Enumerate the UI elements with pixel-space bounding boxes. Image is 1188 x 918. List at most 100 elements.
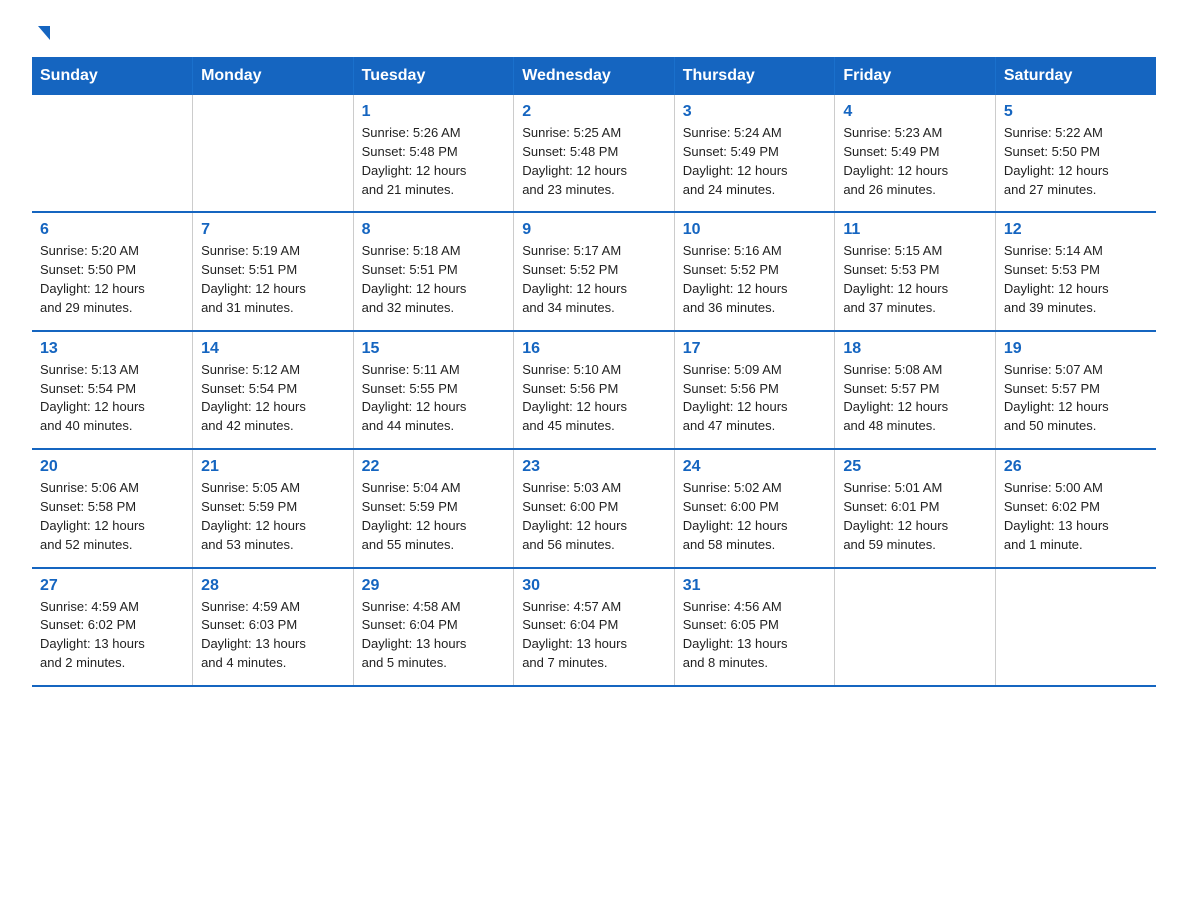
day-info: Sunrise: 5:06 AM Sunset: 5:58 PM Dayligh… <box>40 479 184 554</box>
calendar-cell: 19 Sunrise: 5:07 AM Sunset: 5:57 PM Dayli… <box>995 331 1156 449</box>
day-number: 28 <box>201 577 345 595</box>
calendar-cell: 1Sunrise: 5:26 AM Sunset: 5:48 PM Daylig… <box>353 95 514 212</box>
calendar-cell: 2 Sunrise: 5:25 AM Sunset: 5:48 PM Daylig… <box>514 95 675 212</box>
calendar-cell: 5 Sunrise: 5:22 AM Sunset: 5:50 PM Daylig… <box>995 95 1156 212</box>
calendar-week-row: 20 Sunrise: 5:06 AM Sunset: 5:58 PM Dayli… <box>32 449 1156 567</box>
calendar-cell: 31 Sunrise: 4:56 AM Sunset: 6:05 PM Dayli… <box>674 568 835 686</box>
header-tuesday: Tuesday <box>353 57 514 95</box>
day-number: 9 <box>522 221 666 239</box>
calendar-cell: 23Sunrise: 5:03 AM Sunset: 6:00 PM Dayli… <box>514 449 675 567</box>
day-info: Sunrise: 5:08 AM Sunset: 5:57 PM Dayligh… <box>843 361 987 436</box>
day-number: 19 <box>1004 340 1148 358</box>
calendar-cell: 30Sunrise: 4:57 AM Sunset: 6:04 PM Dayli… <box>514 568 675 686</box>
day-info: Sunrise: 4:58 AM Sunset: 6:04 PM Dayligh… <box>362 598 506 673</box>
day-number: 22 <box>362 458 506 476</box>
day-info: Sunrise: 5:02 AM Sunset: 6:00 PM Dayligh… <box>683 479 827 554</box>
day-info: Sunrise: 5:10 AM Sunset: 5:56 PM Dayligh… <box>522 361 666 436</box>
day-info: Sunrise: 5:03 AM Sunset: 6:00 PM Dayligh… <box>522 479 666 554</box>
day-number: 8 <box>362 221 506 239</box>
day-info: Sunrise: 5:04 AM Sunset: 5:59 PM Dayligh… <box>362 479 506 554</box>
day-info: Sunrise: 5:16 AM Sunset: 5:52 PM Dayligh… <box>683 242 827 317</box>
calendar-cell: 17 Sunrise: 5:09 AM Sunset: 5:56 PM Dayli… <box>674 331 835 449</box>
day-number: 17 <box>683 340 827 358</box>
day-number: 25 <box>843 458 987 476</box>
day-info: Sunrise: 5:09 AM Sunset: 5:56 PM Dayligh… <box>683 361 827 436</box>
calendar-cell: 15 Sunrise: 5:11 AM Sunset: 5:55 PM Dayli… <box>353 331 514 449</box>
calendar-cell: 24 Sunrise: 5:02 AM Sunset: 6:00 PM Dayli… <box>674 449 835 567</box>
day-info: Sunrise: 5:25 AM Sunset: 5:48 PM Dayligh… <box>522 124 666 199</box>
day-number: 6 <box>40 221 184 239</box>
day-info: Sunrise: 4:56 AM Sunset: 6:05 PM Dayligh… <box>683 598 827 673</box>
calendar-cell: 3 Sunrise: 5:24 AM Sunset: 5:49 PM Daylig… <box>674 95 835 212</box>
calendar-cell: 20 Sunrise: 5:06 AM Sunset: 5:58 PM Dayli… <box>32 449 193 567</box>
day-number: 16 <box>522 340 666 358</box>
day-info: Sunrise: 5:20 AM Sunset: 5:50 PM Dayligh… <box>40 242 184 317</box>
calendar-cell <box>995 568 1156 686</box>
header-wednesday: Wednesday <box>514 57 675 95</box>
day-info: Sunrise: 5:26 AM Sunset: 5:48 PM Dayligh… <box>362 124 506 199</box>
calendar-cell: 13 Sunrise: 5:13 AM Sunset: 5:54 PM Dayli… <box>32 331 193 449</box>
calendar-cell: 27 Sunrise: 4:59 AM Sunset: 6:02 PM Dayli… <box>32 568 193 686</box>
day-number: 15 <box>362 340 506 358</box>
day-info: Sunrise: 5:07 AM Sunset: 5:57 PM Dayligh… <box>1004 361 1148 436</box>
day-info: Sunrise: 5:15 AM Sunset: 5:53 PM Dayligh… <box>843 242 987 317</box>
logo <box>32 24 53 45</box>
day-number: 24 <box>683 458 827 476</box>
calendar-cell: 16 Sunrise: 5:10 AM Sunset: 5:56 PM Dayli… <box>514 331 675 449</box>
day-number: 12 <box>1004 221 1148 239</box>
calendar-cell <box>193 95 354 212</box>
day-info: Sunrise: 5:23 AM Sunset: 5:49 PM Dayligh… <box>843 124 987 199</box>
day-info: Sunrise: 4:59 AM Sunset: 6:02 PM Dayligh… <box>40 598 184 673</box>
day-info: Sunrise: 5:13 AM Sunset: 5:54 PM Dayligh… <box>40 361 184 436</box>
calendar-cell: 21 Sunrise: 5:05 AM Sunset: 5:59 PM Dayli… <box>193 449 354 567</box>
day-info: Sunrise: 5:24 AM Sunset: 5:49 PM Dayligh… <box>683 124 827 199</box>
calendar-week-row: 13 Sunrise: 5:13 AM Sunset: 5:54 PM Dayli… <box>32 331 1156 449</box>
day-number: 13 <box>40 340 184 358</box>
calendar-cell: 18 Sunrise: 5:08 AM Sunset: 5:57 PM Dayli… <box>835 331 996 449</box>
calendar-cell: 9 Sunrise: 5:17 AM Sunset: 5:52 PM Daylig… <box>514 212 675 330</box>
calendar-week-row: 27 Sunrise: 4:59 AM Sunset: 6:02 PM Dayli… <box>32 568 1156 686</box>
day-number: 3 <box>683 103 827 121</box>
header-sunday: Sunday <box>32 57 193 95</box>
calendar-cell: 12 Sunrise: 5:14 AM Sunset: 5:53 PM Dayli… <box>995 212 1156 330</box>
calendar-cell: 29 Sunrise: 4:58 AM Sunset: 6:04 PM Dayli… <box>353 568 514 686</box>
day-number: 2 <box>522 103 666 121</box>
day-number: 26 <box>1004 458 1148 476</box>
calendar-cell: 26Sunrise: 5:00 AM Sunset: 6:02 PM Dayli… <box>995 449 1156 567</box>
day-number: 5 <box>1004 103 1148 121</box>
calendar-week-row: 6 Sunrise: 5:20 AM Sunset: 5:50 PM Daylig… <box>32 212 1156 330</box>
day-info: Sunrise: 5:01 AM Sunset: 6:01 PM Dayligh… <box>843 479 987 554</box>
day-number: 11 <box>843 221 987 239</box>
page-header <box>32 24 1156 45</box>
day-info: Sunrise: 4:57 AM Sunset: 6:04 PM Dayligh… <box>522 598 666 673</box>
calendar-cell: 7Sunrise: 5:19 AM Sunset: 5:51 PM Daylig… <box>193 212 354 330</box>
day-number: 21 <box>201 458 345 476</box>
calendar-table: SundayMondayTuesdayWednesdayThursdayFrid… <box>32 57 1156 687</box>
logo-triangle-icon <box>34 24 52 42</box>
day-number: 29 <box>362 577 506 595</box>
calendar-cell: 28 Sunrise: 4:59 AM Sunset: 6:03 PM Dayli… <box>193 568 354 686</box>
header-saturday: Saturday <box>995 57 1156 95</box>
day-number: 14 <box>201 340 345 358</box>
day-number: 31 <box>683 577 827 595</box>
calendar-cell: 25 Sunrise: 5:01 AM Sunset: 6:01 PM Dayli… <box>835 449 996 567</box>
day-info: Sunrise: 5:14 AM Sunset: 5:53 PM Dayligh… <box>1004 242 1148 317</box>
day-number: 20 <box>40 458 184 476</box>
day-info: Sunrise: 5:17 AM Sunset: 5:52 PM Dayligh… <box>522 242 666 317</box>
header-friday: Friday <box>835 57 996 95</box>
day-info: Sunrise: 5:12 AM Sunset: 5:54 PM Dayligh… <box>201 361 345 436</box>
day-info: Sunrise: 5:22 AM Sunset: 5:50 PM Dayligh… <box>1004 124 1148 199</box>
header-monday: Monday <box>193 57 354 95</box>
day-info: Sunrise: 5:11 AM Sunset: 5:55 PM Dayligh… <box>362 361 506 436</box>
calendar-cell: 6 Sunrise: 5:20 AM Sunset: 5:50 PM Daylig… <box>32 212 193 330</box>
calendar-cell: 14 Sunrise: 5:12 AM Sunset: 5:54 PM Dayli… <box>193 331 354 449</box>
day-info: Sunrise: 4:59 AM Sunset: 6:03 PM Dayligh… <box>201 598 345 673</box>
calendar-cell: 11 Sunrise: 5:15 AM Sunset: 5:53 PM Dayli… <box>835 212 996 330</box>
day-info: Sunrise: 5:05 AM Sunset: 5:59 PM Dayligh… <box>201 479 345 554</box>
day-number: 18 <box>843 340 987 358</box>
day-info: Sunrise: 5:18 AM Sunset: 5:51 PM Dayligh… <box>362 242 506 317</box>
day-number: 27 <box>40 577 184 595</box>
day-number: 7 <box>201 221 345 239</box>
calendar-cell <box>835 568 996 686</box>
header-thursday: Thursday <box>674 57 835 95</box>
